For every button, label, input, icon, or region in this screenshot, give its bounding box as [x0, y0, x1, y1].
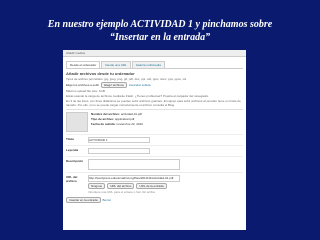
upload-date-label: Fecha de subida:	[91, 122, 116, 126]
file-thumbnail	[66, 112, 88, 132]
description-label: Descripción	[66, 159, 84, 163]
choose-files-row: Elige los archivos a subir Elegir archiv…	[66, 82, 243, 88]
file-url-input[interactable]: http://wordpress.educamadrid.org/files/2…	[88, 175, 180, 182]
tab-from-url[interactable]: Desde una URL	[101, 61, 131, 68]
caption-line-2: “Insertar en la entrada”	[109, 32, 211, 43]
media-upload-screenshot: Añadir medios Desde el ordenador Desde u…	[63, 50, 246, 230]
file-url-group: http://wordpress.educamadrid.org/files/2…	[88, 175, 180, 194]
cancel-upload-link[interactable]: Cancelar subida	[129, 83, 151, 87]
max-size-text: Máximo upload file size: 1GB	[66, 89, 105, 93]
upload-heading: Añadir archivos desde tu ordenador	[66, 71, 135, 76]
file-info: Nombre del archivo: actividad-01.pdf Tip…	[66, 112, 243, 132]
url-buttons: Ninguno URL del archivo URL de la entrad…	[88, 183, 180, 189]
insert-into-post-button[interactable]: Insertar en la entrada	[66, 197, 101, 203]
file-url-label: URL del archivo	[66, 175, 78, 183]
tab-from-computer[interactable]: Desde el ordenador	[66, 61, 101, 68]
divider	[66, 109, 243, 110]
upload-notice: En 3 de las fotos, con fines didácticos …	[66, 99, 241, 107]
dialog-title: Añadir medios	[63, 50, 246, 57]
choose-files-label: Elige los archivos a subir	[66, 83, 100, 87]
url-file-button[interactable]: URL del archivo	[107, 183, 135, 189]
media-tabs: Desde el ordenador Desde una URL Galería…	[66, 61, 243, 69]
caption-label: Leyenda	[66, 148, 79, 152]
file-name: actividad-01.pdf	[120, 112, 143, 116]
description-textarea[interactable]	[88, 159, 180, 170]
slide-caption: En nuestro ejemplo ACTIVIDAD 1 y pincham…	[0, 18, 320, 44]
upload-date: noviembre 22, 2010	[116, 122, 143, 126]
url-none-button[interactable]: Ninguno	[88, 183, 106, 189]
tab-media-library[interactable]: Galería multimedia	[131, 61, 165, 68]
delete-link[interactable]: Borrar	[103, 198, 111, 202]
attachment-form: Título ACTIVIDAD 1 Leyenda Descripción U…	[66, 134, 243, 196]
select-files-button[interactable]: Elegir archivos	[101, 82, 127, 88]
allowed-types: Tipos de archivo permitidos: jpg, jpeg, …	[66, 77, 187, 81]
title-input[interactable]: ACTIVIDAD 1	[88, 137, 150, 143]
title-label: Título	[66, 137, 75, 141]
file-name-label: Nombre del archivo:	[91, 112, 121, 116]
file-type-label: Tipo de archivo:	[91, 117, 115, 121]
caption-line-1: En nuestro ejemplo ACTIVIDAD 1 y pincham…	[47, 19, 273, 30]
url-post-button[interactable]: URL de la entrada	[136, 183, 167, 189]
actions-row: Insertar en la entrada Borrar	[66, 197, 243, 203]
url-help: Introduce una URL para el enlace o haz c…	[88, 190, 156, 194]
file-meta: Nombre del archivo: actividad-01.pdf Tip…	[91, 112, 143, 132]
caption-input[interactable]	[88, 148, 150, 154]
flash-note: Estás usando la carga de archivos median…	[66, 94, 209, 98]
file-type: application/pdf	[114, 117, 135, 121]
